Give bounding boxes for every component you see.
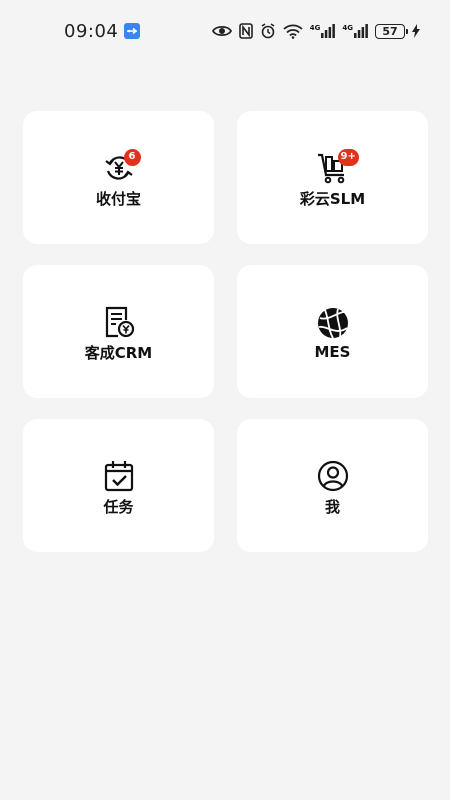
notification-badge: 6	[123, 148, 141, 166]
app-label: 任务	[103, 497, 134, 516]
app-label: 收付宝	[95, 189, 141, 208]
status-bar: 09:04 4G 4G 57	[0, 0, 450, 62]
cell-signal-2: 4G	[342, 24, 368, 38]
app-card-mes[interactable]: MES	[237, 265, 428, 398]
wifi-icon	[283, 24, 303, 39]
cell-signal-1: 4G	[310, 24, 336, 38]
cart-icon: 9+	[316, 148, 359, 185]
user-icon	[316, 459, 350, 493]
currency-exchange-icon: 6	[102, 148, 141, 185]
app-card-tasks[interactable]: 任务	[23, 419, 214, 552]
eye-icon	[211, 24, 232, 38]
usb-icon	[124, 23, 141, 39]
alarm-icon	[260, 23, 276, 39]
app-card-caiyun-slm[interactable]: 9+ 彩云SLM	[237, 111, 428, 244]
clock: 09:04	[64, 20, 119, 42]
app-label: 彩云SLM	[299, 189, 366, 208]
app-label: 客成CRM	[84, 343, 153, 362]
status-left: 09:04	[64, 20, 141, 42]
network-type-label: 4G	[342, 24, 353, 32]
status-right: 4G 4G 57	[211, 23, 420, 39]
calendar-check-icon	[102, 459, 136, 493]
app-label: 我	[324, 497, 340, 516]
nfc-icon	[238, 23, 253, 39]
app-card-shoufubao[interactable]: 6 收付宝	[23, 111, 214, 244]
globe-icon	[316, 306, 350, 340]
app-grid: 6 收付宝 9+ 彩云SLM 客成CRM MES 任务 我	[23, 111, 428, 552]
app-label: MES	[314, 343, 351, 361]
charging-icon	[412, 24, 420, 38]
battery-level: 57	[375, 23, 408, 39]
invoice-icon	[102, 305, 136, 339]
app-card-me[interactable]: 我	[237, 419, 428, 552]
network-type-label: 4G	[309, 24, 321, 32]
notification-badge: 9+	[337, 148, 359, 166]
app-card-kecheng-crm[interactable]: 客成CRM	[23, 265, 214, 398]
